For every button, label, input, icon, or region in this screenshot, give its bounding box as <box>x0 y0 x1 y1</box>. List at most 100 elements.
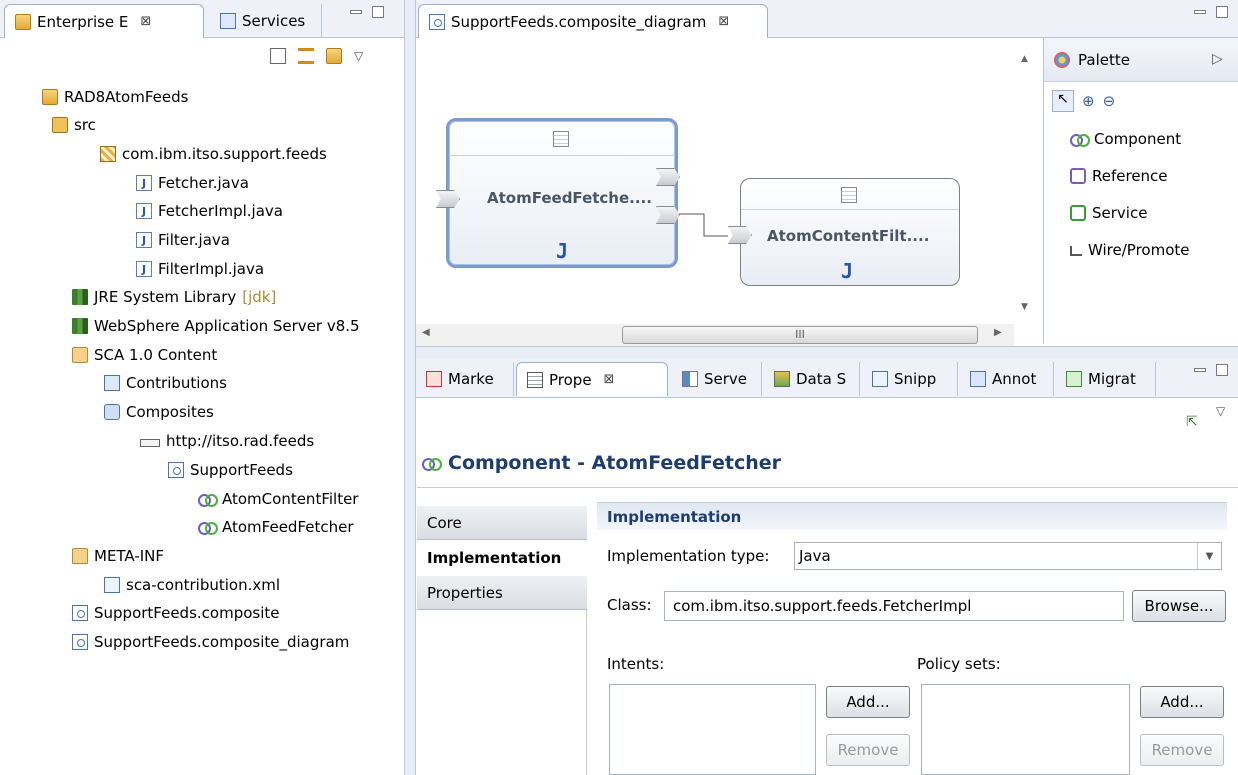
minimize-icon[interactable] <box>350 10 362 14</box>
link-editor-icon[interactable] <box>298 48 314 64</box>
tab-servers[interactable]: Serve <box>672 362 762 396</box>
scroll-down-arrow[interactable]: ▼ <box>1021 302 1028 312</box>
palette-item-label: Component <box>1094 130 1182 148</box>
java-file-icon: J <box>136 232 152 248</box>
chevron-down-icon[interactable]: ▼ <box>1197 543 1221 569</box>
implementation-section-header: Implementation <box>597 502 1227 530</box>
side-tab-properties[interactable]: Properties <box>417 576 587 610</box>
tree-item-fetcherimpl-java[interactable]: J FetcherImpl.java <box>136 198 283 224</box>
tree-item-composite-file[interactable]: SupportFeeds.composite <box>72 600 280 626</box>
tab-annotations[interactable]: Annot <box>960 362 1054 396</box>
xml-file-icon <box>104 577 120 593</box>
close-icon[interactable]: ⊠ <box>718 14 729 29</box>
policy-sets-list[interactable] <box>921 684 1130 775</box>
tab-enterprise-explorer[interactable]: Enterprise E ⊠ <box>4 4 204 38</box>
diagram-canvas[interactable]: AtomFeedFetche.... J AtomContentFilt....… <box>416 38 1042 344</box>
side-tab-label: Implementation <box>427 549 562 567</box>
title-underline <box>417 487 1238 488</box>
maximize-icon[interactable] <box>372 6 384 18</box>
component-atomcontentfilter[interactable]: AtomContentFilt.... J <box>740 178 960 286</box>
select-icon[interactable]: ↖ <box>1052 90 1074 112</box>
tree-item-diagram-file[interactable]: SupportFeeds.composite_diagram <box>72 629 349 655</box>
tree-item-composites[interactable]: Composites <box>104 399 214 425</box>
palette-collapse-button[interactable]: ▷ <box>1212 51 1223 67</box>
component-icon <box>1070 132 1090 147</box>
tab-properties[interactable]: Prope ⊠ <box>516 362 668 396</box>
annotations-icon <box>970 371 986 387</box>
library-icon <box>72 318 88 334</box>
remove-intent-button[interactable]: Remove <box>826 734 910 766</box>
tree-item-atomfeedfetcher[interactable]: AtomFeedFetcher <box>198 514 354 540</box>
tree-item-label: http://itso.rad.feeds <box>166 432 315 450</box>
tree-item-label: JRE System Library <box>94 288 237 306</box>
palette-item-component[interactable]: Component <box>1070 130 1181 148</box>
tab-data-source[interactable]: Data S <box>764 362 860 396</box>
maximize-icon[interactable] <box>1216 6 1228 18</box>
minimize-icon[interactable] <box>1194 368 1206 372</box>
palette-header: Palette ▷ <box>1044 38 1238 82</box>
tree-item-supportfeeds[interactable]: SupportFeeds <box>168 457 293 483</box>
new-project-icon[interactable] <box>326 48 342 64</box>
scroll-up-arrow[interactable]: ▲ <box>1021 54 1028 64</box>
scroll-right-arrow[interactable]: ▶ <box>994 327 1002 338</box>
implementation-type-select[interactable]: Java ▼ <box>794 542 1222 570</box>
tree-item-jre-library[interactable]: JRE System Library [jdk] <box>72 284 276 310</box>
remove-policy-set-button[interactable]: Remove <box>1140 734 1224 766</box>
palette-item-reference[interactable]: Reference <box>1070 167 1168 185</box>
tree-item-meta-inf[interactable]: META-INF <box>72 543 164 569</box>
tab-services[interactable]: Services <box>210 4 322 38</box>
tree-item-label: FetcherImpl.java <box>158 202 283 220</box>
scroll-thumb[interactable]: III <box>622 326 978 344</box>
pin-view-icon[interactable]: ⇱ <box>1186 414 1198 430</box>
close-icon[interactable]: ⊠ <box>604 372 615 387</box>
tree-item-label: SCA 1.0 Content <box>94 346 218 364</box>
tab-label: Migrat <box>1088 370 1136 388</box>
zoom-in-icon[interactable]: ⊕ <box>1082 92 1095 110</box>
add-intent-button[interactable]: Add... <box>826 686 910 718</box>
tree-item-package[interactable]: com.ibm.itso.support.feeds <box>100 141 327 167</box>
tree-item-fetcher-java[interactable]: J Fetcher.java <box>136 170 249 196</box>
tree-item-src[interactable]: src <box>52 112 96 138</box>
palette-tools: ↖ ⊕ ⊖ <box>1052 90 1115 112</box>
vertical-sash[interactable] <box>404 0 416 775</box>
palette-item-wire-promote[interactable]: Wire/Promote <box>1070 241 1189 259</box>
diagram-vertical-scrollbar[interactable]: ▲ ▼ <box>1014 50 1038 320</box>
side-tab-implementation[interactable]: Implementation <box>417 541 587 575</box>
maximize-icon[interactable] <box>1216 364 1228 376</box>
scroll-left-arrow[interactable]: ◀ <box>422 327 430 338</box>
view-menu-icon[interactable]: ▽ <box>1216 404 1225 418</box>
horizontal-sash[interactable] <box>416 346 1238 358</box>
tree-item-namespace[interactable]: http://itso.rad.feeds <box>140 428 314 454</box>
tab-markers[interactable]: Marke <box>416 362 514 396</box>
minimize-icon[interactable] <box>1194 10 1206 14</box>
view-menu-icon[interactable]: ▽ <box>354 49 363 63</box>
add-policy-set-button[interactable]: Add... <box>1140 686 1224 718</box>
component-atomfeedfetcher[interactable]: AtomFeedFetche.... J <box>446 118 678 268</box>
tree-item-sca-content[interactable]: SCA 1.0 Content <box>72 342 217 368</box>
tree-item-websphere-library[interactable]: WebSphere Application Server v8.5 <box>72 313 360 339</box>
tree-item-contributions[interactable]: Contributions <box>104 370 227 396</box>
palette-item-service[interactable]: Service <box>1070 204 1147 222</box>
tree-item-sca-contribution-xml[interactable]: sca-contribution.xml <box>104 572 280 598</box>
java-implementation-icon: J <box>556 239 569 263</box>
properties-icon <box>527 371 543 388</box>
side-tab-core[interactable]: Core <box>417 506 587 540</box>
browse-button[interactable]: Browse... <box>1132 590 1226 622</box>
tree-item-atomcontentfilter[interactable]: AtomContentFilter <box>198 486 358 512</box>
tab-migration[interactable]: Migrat <box>1056 362 1156 396</box>
tree-item-filterimpl-java[interactable]: J FilterImpl.java <box>136 256 264 282</box>
class-field[interactable]: com.ibm.itso.support.feeds.FetcherImpl <box>664 591 1124 621</box>
collapse-all-icon[interactable] <box>270 48 286 64</box>
migration-icon <box>1066 371 1082 387</box>
tree-item-project[interactable]: RAD8AtomFeeds <box>42 84 188 110</box>
close-icon[interactable]: ⊠ <box>140 14 151 29</box>
tree-item-filter-java[interactable]: J Filter.java <box>136 227 230 253</box>
tab-composite-diagram[interactable]: SupportFeeds.composite_diagram ⊠ <box>418 4 768 38</box>
tab-snippets[interactable]: Snipp <box>862 362 958 396</box>
intents-list[interactable] <box>609 684 816 775</box>
snippets-icon <box>872 371 888 387</box>
diagram-horizontal-scrollbar[interactable]: ◀ III ▶ <box>416 324 1014 346</box>
zoom-out-icon[interactable]: ⊖ <box>1103 92 1116 110</box>
palette-icon <box>1054 52 1070 68</box>
side-tab-label: Properties <box>427 583 503 602</box>
